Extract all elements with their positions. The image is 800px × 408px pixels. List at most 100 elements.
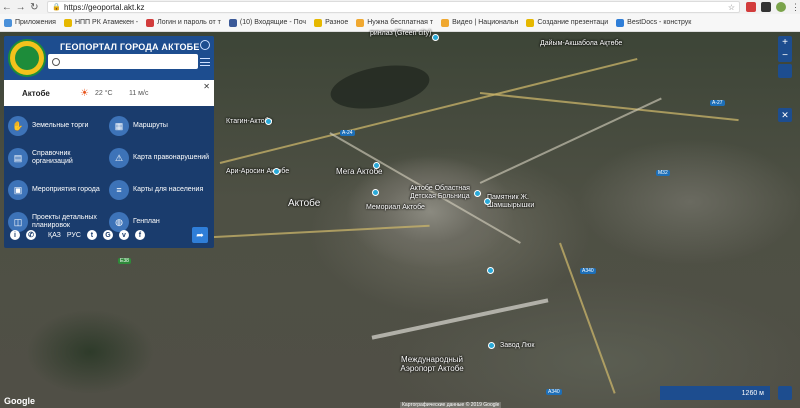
address-bar[interactable]: 🔒 https://geoportal.akt.kz ☆ [47,1,740,13]
poi-pin[interactable] [484,198,491,205]
poi-pin[interactable] [432,34,439,41]
road-shield: A340 [546,389,562,395]
close-icon[interactable]: ✕ [203,82,210,91]
compass-icon[interactable] [778,64,792,78]
folder-icon [314,18,323,27]
poi-pin[interactable] [487,267,494,274]
weather-wind: 11 м/с [128,89,149,97]
panel-title: ГЕОПОРТАЛ ГОРОДА АКТОБЕ [60,42,200,52]
bookmark-item[interactable]: НПП РК Атамекен - [63,18,138,27]
highway [219,58,638,164]
phone-icon[interactable]: ✆ [26,230,36,240]
road-shield: E38 [118,258,131,264]
bookmark-item[interactable]: BestDocs - конструк [616,18,691,27]
hamburger-menu-icon[interactable] [200,58,210,66]
bookmark-icon [441,18,450,27]
airport-runway [371,298,549,340]
tools-icon[interactable]: ✕ [778,108,792,122]
highway [559,242,616,394]
poi-pin[interactable] [265,118,272,125]
poi-pin[interactable] [488,342,495,349]
share-icon[interactable]: ➦ [192,227,208,243]
browser-toolbar: ← → ↻ 🔒 https://geoportal.akt.kz ☆ ⋮ [0,0,800,14]
map-label: ринлаз (Green city) [370,30,432,37]
bookmark-star-icon[interactable]: ☆ [728,3,735,12]
book-icon: ▤ [8,148,28,168]
weather-temp: 22 °C [94,89,113,97]
road-shield: M32 [656,170,670,176]
list-icon: ≡ [109,180,129,200]
bookmark-icon [146,18,155,27]
bookmark-item[interactable]: Приложения [4,18,56,27]
bookmark-item[interactable]: Разное [314,18,348,27]
map-label: Актобе Областная Детская Больница [410,185,470,200]
calendar-icon: ▣ [8,180,28,200]
location-icon[interactable] [778,386,792,400]
road-shield: A-24 [340,130,355,136]
search-input[interactable] [63,58,193,65]
menu-item-routes[interactable]: ▦ Маршруты [109,112,210,140]
city-emblem-logo [8,39,46,77]
road [479,97,662,184]
map-label: Памятник Ж. Шамшырышки [487,194,535,209]
opera-extension-icon[interactable] [745,2,756,12]
lang-ru-button[interactable]: РУС [67,232,81,239]
bookmark-icon [356,18,365,27]
map-label: Международный Аэропорт Актобе [400,355,464,373]
menu-item-land-auctions[interactable]: ✋ Земельные торги [8,112,109,140]
menu-item-offenses-map[interactable]: ⚠ Карта правонарушений [109,144,210,172]
poi-pin[interactable] [273,168,280,175]
user-icon[interactable] [200,40,210,50]
bookmark-item[interactable]: (10) Входящие - Поч [228,18,306,27]
back-icon[interactable]: ← [0,0,14,14]
info-icon[interactable]: i [10,230,20,240]
warning-icon: ⚠ [109,148,129,168]
highway [479,92,739,122]
google-logo: Google [4,396,35,406]
bookmark-item[interactable]: Нужна бесплатная т [356,18,433,27]
scale-bar: 1260 м [660,386,770,400]
menu-kebab-icon[interactable]: ⋮ [791,2,800,13]
map-copyright[interactable]: Картографические данные © 2019 Google [400,402,502,408]
profile-avatar[interactable] [775,2,786,12]
google-plus-icon[interactable]: G [102,230,113,240]
extension-icon[interactable] [760,2,771,12]
lang-kz-button[interactable]: ҚАЗ [48,232,61,239]
search-icon [52,57,60,66]
vk-icon[interactable]: v [118,230,129,240]
road-shield: A340 [580,268,596,274]
geoportal-panel: ГЕОПОРТАЛ ГОРОДА АКТОБЕ Актобе ☀ 22 °C 1… [4,36,214,248]
menu-item-directory[interactable]: ▤ Справочник организаций [8,144,109,172]
panel-footer: i ✆ ҚАЗ РУС t G v f ➦ [4,222,214,248]
map-label: Мемориал Актобе [366,204,425,211]
zoom-out-button[interactable]: − [778,49,792,62]
poi-pin[interactable] [474,190,481,197]
bookmark-item[interactable]: Логин и пароль от т [146,18,221,27]
apps-icon [4,18,12,27]
map-icon: ▦ [109,116,129,136]
extensions: ⋮ [745,2,800,13]
map-label: Мега Актобе [336,167,383,176]
poi-pin[interactable] [372,189,379,196]
bookmark-icon [616,18,625,27]
menu-item-city-events[interactable]: ▣ Мероприятия города [8,176,109,204]
bookmark-item[interactable]: Видео | Национальн [441,18,518,27]
zoom-in-button[interactable]: + [778,36,792,49]
zoom-control: + − [778,36,792,62]
reload-icon[interactable]: ↻ [28,0,42,14]
sun-icon: ☀ [80,87,89,99]
weather-widget: Актобе ☀ 22 °C 11 м/с ✕ [4,80,214,106]
bookmark-icon [63,18,72,27]
menu-item-population-maps[interactable]: ≡ Карты для населения [109,176,210,204]
facebook-icon[interactable]: f [134,230,145,240]
road-shield: A-27 [710,100,725,106]
river [327,58,433,116]
poi-pin[interactable] [373,162,380,169]
hand-icon: ✋ [8,116,28,136]
forward-icon[interactable]: → [14,0,28,14]
twitter-icon[interactable]: t [86,230,97,240]
url-text: https://geoportal.akt.kz [63,2,145,12]
map-label: Актобе [288,198,321,209]
bookmark-item[interactable]: Создание презентаци [526,18,608,27]
search-box[interactable] [48,54,198,69]
